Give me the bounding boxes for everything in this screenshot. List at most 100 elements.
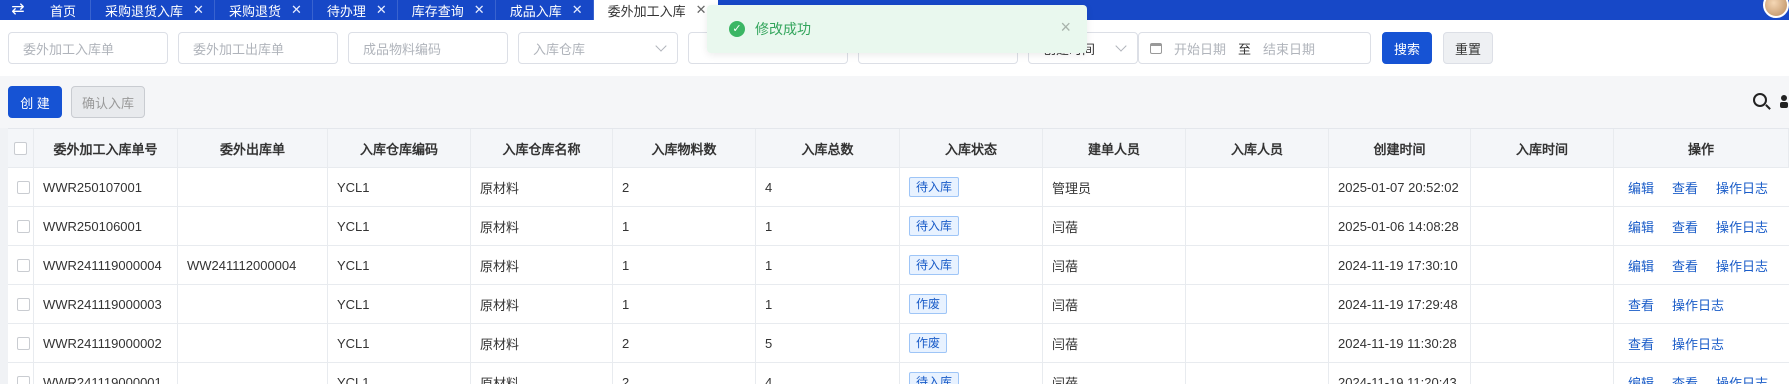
select-all-checkbox[interactable]: [14, 141, 27, 155]
table-row[interactable]: WWR241119000003 YCL1 原材料 1 1 作废 闫蓓 2024-11-19 1…: [8, 285, 1789, 324]
cell-warehouse-name: 原材料: [471, 246, 613, 284]
operation-log-link[interactable]: 操作日志: [1672, 334, 1724, 353]
cell-warehouse-name: 原材料: [471, 168, 613, 206]
row-select-cell: [8, 207, 34, 245]
tab-home[interactable]: 首页: [36, 0, 92, 20]
search-button[interactable]: 搜索: [1382, 32, 1432, 64]
select-all-cell: [8, 129, 34, 167]
cell-status: 待入库: [900, 168, 1043, 206]
edit-link[interactable]: 编辑: [1628, 178, 1654, 197]
operation-log-link[interactable]: 操作日志: [1716, 217, 1768, 236]
cell-warehouse-name: 原材料: [471, 285, 613, 323]
row-select-cell: [8, 324, 34, 362]
close-icon[interactable]: ×: [1060, 18, 1071, 36]
edit-link[interactable]: 编辑: [1628, 373, 1654, 384]
table-row[interactable]: WWR241119000002 YCL1 原材料 2 5 作废 闫蓓 2024-11-19 1…: [8, 324, 1789, 363]
search-icon[interactable]: [1753, 93, 1767, 107]
placeholder: 入库仓库: [533, 41, 586, 57]
row-select-cell: [8, 246, 34, 284]
cell-warehouse-code: YCL1: [328, 246, 471, 284]
tab-label: 库存查询: [411, 3, 464, 19]
inbound-no-input[interactable]: 委外加工入库单: [8, 32, 168, 64]
cell-inbound-time: [1471, 363, 1614, 384]
calendar-icon: [1150, 42, 1162, 54]
table-row[interactable]: WWR241119000001 YCL1 原材料 2 4 待入库 闫蓓 2024-11-19 …: [8, 363, 1789, 384]
close-icon[interactable]: ✕: [572, 2, 583, 18]
date-range-picker[interactable]: 开始日期 至 结束日期: [1138, 32, 1371, 64]
row-checkbox[interactable]: [17, 219, 30, 233]
row-select-cell: [8, 168, 34, 206]
cell-inbound-time: [1471, 285, 1614, 323]
cell-total-qty: 4: [756, 168, 900, 206]
tab-finished-goods-inbound[interactable]: 成品入库 ✕: [496, 0, 594, 20]
create-button[interactable]: 创 建: [8, 86, 62, 118]
view-link[interactable]: 查看: [1672, 178, 1698, 197]
tab-inventory-query[interactable]: 库存查询 ✕: [398, 0, 496, 20]
cell-total-qty: 4: [756, 363, 900, 384]
operation-log-link[interactable]: 操作日志: [1716, 256, 1768, 275]
view-link[interactable]: 查看: [1672, 217, 1698, 236]
cell-inbound-time: [1471, 324, 1614, 362]
table-row[interactable]: WWR241119000004 WW241112000004 YCL1 原材料 1 1 待入…: [8, 246, 1789, 285]
warehouse-select[interactable]: 入库仓库: [518, 32, 678, 64]
outbound-no-input[interactable]: 委外加工出库单: [178, 32, 338, 64]
cell-status: 待入库: [900, 246, 1043, 284]
close-icon[interactable]: ✕: [376, 2, 387, 18]
placeholder: 委外加工出库单: [193, 41, 285, 57]
table-row[interactable]: WWR250106001 YCL1 原材料 1 1 待入库 闫蓓 2025-01-06 14:…: [8, 207, 1789, 246]
confirm-inbound-button[interactable]: 确认入库: [71, 86, 145, 118]
cell-creator: 闫蓓: [1043, 324, 1186, 362]
table-row[interactable]: WWR250107001 YCL1 原材料 2 4 待入库 管理员 2025-01-07 20…: [8, 168, 1789, 207]
operation-log-link[interactable]: 操作日志: [1716, 178, 1768, 197]
row-checkbox[interactable]: [17, 336, 30, 350]
close-icon[interactable]: ✕: [193, 2, 204, 18]
view-link[interactable]: 查看: [1672, 373, 1698, 384]
chevron-down-icon: [655, 40, 667, 52]
cell-material-count: 2: [613, 168, 756, 206]
start-date-input[interactable]: 开始日期: [1174, 39, 1226, 58]
menu-toggle-icon[interactable]: ⇄: [0, 0, 36, 20]
placeholder: 成品物料编码: [363, 41, 442, 57]
cell-operations: 编辑 查看 操作日志: [1614, 363, 1789, 384]
cell-material-count: 1: [613, 246, 756, 284]
inbound-table: 委外加工入库单号 委外出库单 入库仓库编码 入库仓库名称 入库物料数 入库总数 入库状态 建单…: [8, 128, 1789, 384]
tab-todo[interactable]: 待办理 ✕: [313, 0, 398, 20]
row-checkbox[interactable]: [17, 258, 30, 272]
avatar[interactable]: [1763, 0, 1789, 18]
view-link[interactable]: 查看: [1628, 295, 1654, 314]
cell-warehouse-code: YCL1: [328, 207, 471, 245]
material-code-input[interactable]: 成品物料编码: [348, 32, 508, 64]
cell-inbound-no: WWR241119000003: [34, 285, 178, 323]
cell-inbound-time: [1471, 246, 1614, 284]
cell-inbound-no: WWR241119000002: [34, 324, 178, 362]
tab-outsourced-inbound[interactable]: 委外加工入库 ✕: [593, 0, 718, 20]
view-link[interactable]: 查看: [1628, 334, 1654, 353]
end-date-input[interactable]: 结束日期: [1263, 39, 1315, 58]
tab-purchase-return[interactable]: 采购退货 ✕: [215, 0, 313, 20]
operation-log-link[interactable]: 操作日志: [1672, 295, 1724, 314]
edit-link[interactable]: 编辑: [1628, 217, 1654, 236]
close-icon[interactable]: ✕: [291, 2, 302, 18]
cell-created-time: 2025-01-06 14:08:28: [1329, 207, 1471, 245]
button-label: 重置: [1454, 41, 1481, 57]
cell-inbound-time: [1471, 168, 1614, 206]
row-checkbox[interactable]: [17, 375, 30, 384]
column-settings-icon[interactable]: [1780, 94, 1789, 108]
edit-link[interactable]: 编辑: [1628, 256, 1654, 275]
cell-inbound-time: [1471, 207, 1614, 245]
row-checkbox[interactable]: [17, 180, 30, 194]
view-link[interactable]: 查看: [1672, 256, 1698, 275]
row-checkbox[interactable]: [17, 297, 30, 311]
cell-total-qty: 1: [756, 207, 900, 245]
tab-label: 首页: [50, 3, 77, 19]
reset-button[interactable]: 重置: [1443, 32, 1493, 64]
button-label: 确认入库: [81, 95, 134, 111]
operation-log-link[interactable]: 操作日志: [1716, 373, 1768, 384]
close-icon[interactable]: ✕: [696, 2, 707, 18]
cell-material-count: 2: [613, 363, 756, 384]
close-icon[interactable]: ✕: [474, 2, 485, 18]
cell-inbound-no: WWR241119000001: [34, 363, 178, 384]
cell-receiver: [1186, 246, 1329, 284]
tab-purchase-return-inbound[interactable]: 采购退货入库 ✕: [91, 0, 215, 20]
cell-creator: 闫蓓: [1043, 207, 1186, 245]
